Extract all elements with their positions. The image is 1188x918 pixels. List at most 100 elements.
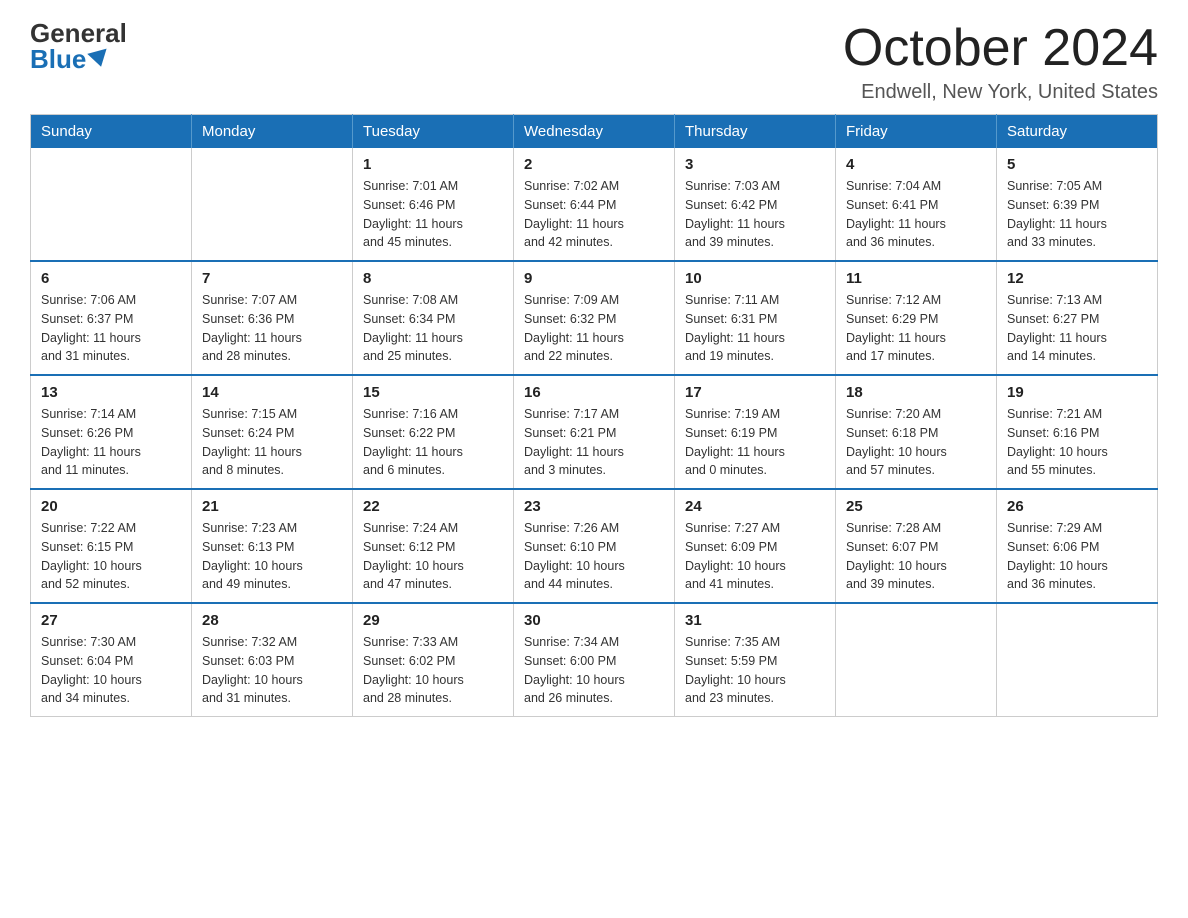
calendar-header-wednesday: Wednesday <box>514 115 675 149</box>
calendar-cell: 3 Sunrise: 7:03 AM Sunset: 6:42 PM Daylig… <box>675 148 836 261</box>
calendar-cell <box>31 148 192 261</box>
logo-general-text: General <box>30 20 127 46</box>
day-info: Sunrise: 7:13 AM Sunset: 6:27 PM Dayligh… <box>1007 291 1147 366</box>
month-title: October 2024 <box>843 20 1158 77</box>
day-number: 19 <box>1007 384 1147 401</box>
day-number: 1 <box>363 156 503 173</box>
calendar-cell: 26 Sunrise: 7:29 AM Sunset: 6:06 PM Dayli… <box>997 489 1158 603</box>
day-info: Sunrise: 7:07 AM Sunset: 6:36 PM Dayligh… <box>202 291 342 366</box>
calendar-cell: 25 Sunrise: 7:28 AM Sunset: 6:07 PM Dayli… <box>836 489 997 603</box>
day-info: Sunrise: 7:22 AM Sunset: 6:15 PM Dayligh… <box>41 519 181 594</box>
day-info: Sunrise: 7:23 AM Sunset: 6:13 PM Dayligh… <box>202 519 342 594</box>
day-info: Sunrise: 7:24 AM Sunset: 6:12 PM Dayligh… <box>363 519 503 594</box>
calendar-cell <box>997 603 1158 717</box>
day-info: Sunrise: 7:09 AM Sunset: 6:32 PM Dayligh… <box>524 291 664 366</box>
calendar-cell: 14 Sunrise: 7:15 AM Sunset: 6:24 PM Dayli… <box>192 375 353 489</box>
day-number: 12 <box>1007 270 1147 287</box>
calendar-week-row: 20 Sunrise: 7:22 AM Sunset: 6:15 PM Dayli… <box>31 489 1158 603</box>
calendar-cell: 1 Sunrise: 7:01 AM Sunset: 6:46 PM Daylig… <box>353 148 514 261</box>
calendar-cell: 5 Sunrise: 7:05 AM Sunset: 6:39 PM Daylig… <box>997 148 1158 261</box>
title-section: October 2024 Endwell, New York, United S… <box>843 20 1158 104</box>
day-info: Sunrise: 7:11 AM Sunset: 6:31 PM Dayligh… <box>685 291 825 366</box>
day-info: Sunrise: 7:15 AM Sunset: 6:24 PM Dayligh… <box>202 405 342 480</box>
calendar-week-row: 27Sunrise: 7:30 AM Sunset: 6:04 PM Dayli… <box>31 603 1158 717</box>
calendar-cell: 12 Sunrise: 7:13 AM Sunset: 6:27 PM Dayli… <box>997 261 1158 375</box>
day-number: 5 <box>1007 156 1147 173</box>
day-number: 22 <box>363 498 503 515</box>
calendar-cell: 9 Sunrise: 7:09 AM Sunset: 6:32 PM Daylig… <box>514 261 675 375</box>
calendar-cell: 23 Sunrise: 7:26 AM Sunset: 6:10 PM Dayli… <box>514 489 675 603</box>
day-info: Sunrise: 7:12 AM Sunset: 6:29 PM Dayligh… <box>846 291 986 366</box>
day-info: Sunrise: 7:03 AM Sunset: 6:42 PM Dayligh… <box>685 177 825 252</box>
day-number: 21 <box>202 498 342 515</box>
day-info: Sunrise: 7:21 AM Sunset: 6:16 PM Dayligh… <box>1007 405 1147 480</box>
day-number: 25 <box>846 498 986 515</box>
calendar-header-friday: Friday <box>836 115 997 149</box>
day-info: Sunrise: 7:02 AM Sunset: 6:44 PM Dayligh… <box>524 177 664 252</box>
calendar-header-sunday: Sunday <box>31 115 192 149</box>
calendar-header-monday: Monday <box>192 115 353 149</box>
day-info: Sunrise: 7:04 AM Sunset: 6:41 PM Dayligh… <box>846 177 986 252</box>
day-number: 2 <box>524 156 664 173</box>
calendar-cell: 2 Sunrise: 7:02 AM Sunset: 6:44 PM Daylig… <box>514 148 675 261</box>
calendar-cell: 28 Sunrise: 7:32 AM Sunset: 6:03 PM Dayli… <box>192 603 353 717</box>
day-number: 18 <box>846 384 986 401</box>
calendar-week-row: 1 Sunrise: 7:01 AM Sunset: 6:46 PM Daylig… <box>31 148 1158 261</box>
calendar-cell <box>192 148 353 261</box>
day-number: 10 <box>685 270 825 287</box>
day-number: 23 <box>524 498 664 515</box>
logo: General Blue <box>30 20 127 72</box>
calendar-cell: 30 Sunrise: 7:34 AM Sunset: 6:00 PM Dayli… <box>514 603 675 717</box>
day-number: 15 <box>363 384 503 401</box>
day-number: 30 <box>524 612 664 629</box>
calendar-cell: 27Sunrise: 7:30 AM Sunset: 6:04 PM Dayli… <box>31 603 192 717</box>
calendar-header-row: SundayMondayTuesdayWednesdayThursdayFrid… <box>31 115 1158 149</box>
day-info: Sunrise: 7:32 AM Sunset: 6:03 PM Dayligh… <box>202 633 342 708</box>
day-info: Sunrise: 7:01 AM Sunset: 6:46 PM Dayligh… <box>363 177 503 252</box>
day-info: Sunrise: 7:16 AM Sunset: 6:22 PM Dayligh… <box>363 405 503 480</box>
day-number: 7 <box>202 270 342 287</box>
calendar-cell: 21 Sunrise: 7:23 AM Sunset: 6:13 PM Dayli… <box>192 489 353 603</box>
day-info: Sunrise: 7:17 AM Sunset: 6:21 PM Dayligh… <box>524 405 664 480</box>
day-number: 20 <box>41 498 181 515</box>
day-number: 16 <box>524 384 664 401</box>
day-number: 28 <box>202 612 342 629</box>
logo-blue-text: Blue <box>30 46 109 72</box>
day-info: Sunrise: 7:20 AM Sunset: 6:18 PM Dayligh… <box>846 405 986 480</box>
day-info: Sunrise: 7:08 AM Sunset: 6:34 PM Dayligh… <box>363 291 503 366</box>
calendar-cell: 29Sunrise: 7:33 AM Sunset: 6:02 PM Dayli… <box>353 603 514 717</box>
day-number: 8 <box>363 270 503 287</box>
day-info: Sunrise: 7:26 AM Sunset: 6:10 PM Dayligh… <box>524 519 664 594</box>
day-info: Sunrise: 7:05 AM Sunset: 6:39 PM Dayligh… <box>1007 177 1147 252</box>
day-info: Sunrise: 7:35 AM Sunset: 5:59 PM Dayligh… <box>685 633 825 708</box>
day-number: 6 <box>41 270 181 287</box>
location-text: Endwell, New York, United States <box>843 81 1158 104</box>
calendar-cell: 4 Sunrise: 7:04 AM Sunset: 6:41 PM Daylig… <box>836 148 997 261</box>
day-info: Sunrise: 7:29 AM Sunset: 6:06 PM Dayligh… <box>1007 519 1147 594</box>
page-header: General Blue October 2024 Endwell, New Y… <box>30 20 1158 104</box>
day-number: 29 <box>363 612 503 629</box>
calendar-cell: 7 Sunrise: 7:07 AM Sunset: 6:36 PM Daylig… <box>192 261 353 375</box>
day-number: 3 <box>685 156 825 173</box>
calendar-cell: 15 Sunrise: 7:16 AM Sunset: 6:22 PM Dayli… <box>353 375 514 489</box>
day-number: 17 <box>685 384 825 401</box>
day-info: Sunrise: 7:06 AM Sunset: 6:37 PM Dayligh… <box>41 291 181 366</box>
day-number: 14 <box>202 384 342 401</box>
day-number: 11 <box>846 270 986 287</box>
calendar-cell: 24Sunrise: 7:27 AM Sunset: 6:09 PM Dayli… <box>675 489 836 603</box>
day-number: 31 <box>685 612 825 629</box>
day-info: Sunrise: 7:27 AM Sunset: 6:09 PM Dayligh… <box>685 519 825 594</box>
calendar-header-saturday: Saturday <box>997 115 1158 149</box>
calendar-cell: 31 Sunrise: 7:35 AM Sunset: 5:59 PM Dayli… <box>675 603 836 717</box>
day-info: Sunrise: 7:34 AM Sunset: 6:00 PM Dayligh… <box>524 633 664 708</box>
day-number: 9 <box>524 270 664 287</box>
day-number: 4 <box>846 156 986 173</box>
day-info: Sunrise: 7:28 AM Sunset: 6:07 PM Dayligh… <box>846 519 986 594</box>
calendar-cell: 17Sunrise: 7:19 AM Sunset: 6:19 PM Dayli… <box>675 375 836 489</box>
day-number: 26 <box>1007 498 1147 515</box>
calendar-cell <box>836 603 997 717</box>
calendar-table: SundayMondayTuesdayWednesdayThursdayFrid… <box>30 114 1158 717</box>
calendar-cell: 10 Sunrise: 7:11 AM Sunset: 6:31 PM Dayli… <box>675 261 836 375</box>
calendar-cell: 19 Sunrise: 7:21 AM Sunset: 6:16 PM Dayli… <box>997 375 1158 489</box>
calendar-cell: 18 Sunrise: 7:20 AM Sunset: 6:18 PM Dayli… <box>836 375 997 489</box>
